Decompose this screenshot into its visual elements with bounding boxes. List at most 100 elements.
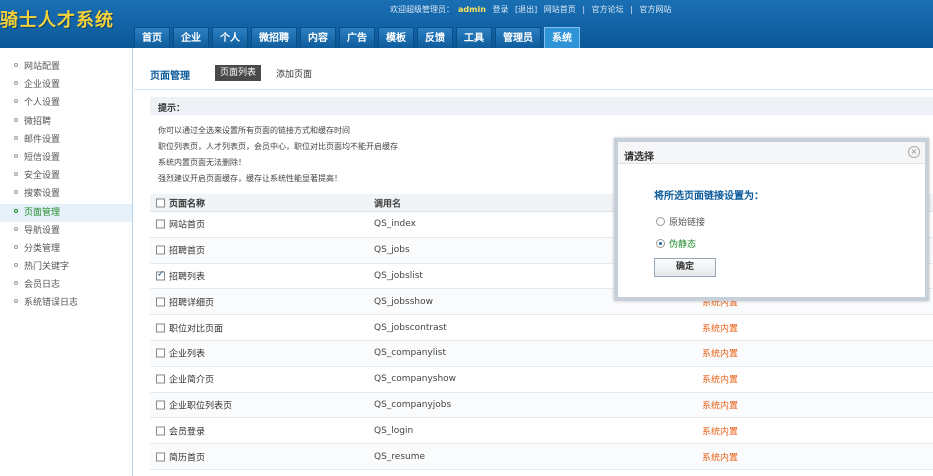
sidebar-item-label: 搜索设置 [24,189,61,200]
sidebar-item[interactable]: 搜索设置 [0,185,132,203]
bullet-icon [14,208,18,213]
sidebar-item-label: 网站配置 [24,62,61,72]
table-row: 职位对比页面 QS_jobscontrast 系统内置 [150,315,933,341]
nav-item[interactable]: 系统 [544,27,580,48]
sidebar-item[interactable]: 系统错误日志 [0,294,132,312]
sidebar-item[interactable]: 安全设置 [0,167,132,185]
dialog-title: 请选择 [624,152,654,163]
nav-item[interactable]: 个人 [212,27,248,48]
main-nav: 首页 企业 个人 微招聘 内容 广告 模板 反馈 工具 管理员 系统 [134,25,583,48]
logout-link[interactable]: [退出] [515,5,537,14]
page-name: 招聘首页 [169,246,206,257]
option-original-link[interactable]: 原始链接 [656,215,705,228]
row-checkbox[interactable] [156,426,165,436]
page-name: 会员登录 [169,427,206,438]
separator: | [630,5,633,14]
bullet-icon [14,299,18,304]
close-icon[interactable]: × [908,146,920,158]
table-row: 企业职位列表页 QS_companyjobs 系统内置 [150,392,933,419]
sidebar-item[interactable]: 个人设置 [0,94,132,112]
site-home-link[interactable]: 网站首页 [544,5,576,14]
sidebar-item[interactable]: 邮件设置 [0,131,132,149]
row-checkbox[interactable] [156,219,165,229]
sidebar-item[interactable]: 热门关键字 [0,258,132,276]
radio-icon[interactable] [656,239,665,248]
option-pseudo-static[interactable]: 伪静态 [656,237,696,250]
tip-line: 系统内置页面无法删除！ [158,158,246,167]
page-name: 招聘列表 [169,272,206,283]
login-link[interactable]: 登录 [492,5,508,14]
separator: | [582,5,586,14]
nav-item[interactable]: 首页 [134,27,170,48]
sidebar-item[interactable]: 导航设置 [0,222,132,240]
table-row: 企业列表 QS_companylist 系统内置 [150,340,933,367]
radio-icon[interactable] [656,217,665,226]
bullet-icon [14,244,18,249]
top-bar: 骑士人才系统 欢迎超级管理员： admin 登录 [退出] 网站首页 | 官方论坛… [0,0,933,48]
page-name: 企业列表 [169,349,206,360]
page-name: 企业简介页 [169,375,215,386]
row-checkbox[interactable] [156,400,165,410]
bullet-icon [14,263,18,268]
sidebar-item-label: 个人设置 [24,98,61,109]
sidebar-item-label: 微招聘 [24,116,52,127]
welcome-text: 欢迎超级管理员： [390,5,454,14]
page-title: 页面管理 [150,71,190,82]
call-name: QS_login [374,425,414,436]
bullet-icon [14,153,18,158]
row-checkbox[interactable] [156,452,165,462]
bullet-icon [14,172,18,177]
nav-item[interactable]: 反馈 [417,27,453,48]
sidebar-item[interactable]: 分类管理 [0,240,132,258]
bullet-icon [14,117,18,122]
row-checkbox[interactable] [156,323,165,333]
official-site-link[interactable]: 官方网站 [639,5,671,14]
tab-page-list[interactable]: 页面列表 [215,65,262,81]
nav-item[interactable]: 广告 [339,27,375,48]
forum-link[interactable]: 官方论坛 [592,5,624,14]
row-checkbox[interactable] [156,245,165,255]
row-checkbox[interactable] [156,297,165,307]
page-type: 系统内置 [702,375,739,386]
sidebar-item[interactable]: 短信设置 [0,149,132,167]
call-name: QS_companylist [374,348,446,359]
sidebar-item[interactable]: 网站配置 [0,58,132,76]
select-all-checkbox[interactable] [156,198,165,207]
col-call-name: 调用名 [374,199,402,209]
table-row: 简历首页 QS_resume 系统内置 [150,444,933,470]
page-name: 招聘详细页 [169,298,215,309]
row-checkbox[interactable] [156,348,165,358]
nav-item[interactable]: 模板 [378,27,414,48]
row-checkbox[interactable] [156,374,165,384]
nav-item[interactable]: 内容 [300,27,336,48]
page-name: 简历首页 [169,453,206,464]
table-row: 会员登录 QS_login 系统内置 [150,418,933,445]
nav-item[interactable]: 企业 [173,27,209,48]
sidebar-item-label: 分类管理 [24,243,61,254]
sidebar-item[interactable]: 页面管理 [0,203,132,222]
sidebar-item[interactable]: 企业设置 [0,76,132,94]
nav-item[interactable]: 管理员 [495,27,541,48]
bullet-icon [14,99,18,104]
row-checkbox[interactable] [156,269,165,281]
call-name: QS_jobs [374,245,410,256]
call-name: QS_companyjobs [374,399,452,410]
sidebar-item-label: 企业设置 [24,80,61,91]
select-dialog: 请选择 × 将所选页面链接设置为： 原始链接 伪静态 确定 [614,138,929,301]
app-logo: 骑士人才系统 [0,10,114,31]
top-links: 欢迎超级管理员： admin 登录 [退出] 网站首页 | 官方论坛 | 官方网站 [390,4,675,15]
nav-item[interactable]: 微招聘 [251,27,297,48]
sidebar-item-label: 短信设置 [24,152,61,163]
dialog-question: 将所选页面链接设置为： [654,191,764,202]
sidebar-item[interactable]: 会员日志 [0,276,132,294]
confirm-button[interactable]: 确定 [654,258,716,277]
call-name: QS_resume [374,451,426,462]
sidebar-item-label: 会员日志 [24,280,61,291]
sidebar-item-label: 安全设置 [24,171,61,182]
sidebar-item[interactable]: 微招聘 [0,113,132,131]
bullet-icon [14,226,18,231]
call-name: QS_jobslist [374,270,423,281]
nav-item[interactable]: 工具 [456,27,492,48]
tab-add-page[interactable]: 添加页面 [276,67,312,80]
call-name: QS_index [374,219,416,230]
